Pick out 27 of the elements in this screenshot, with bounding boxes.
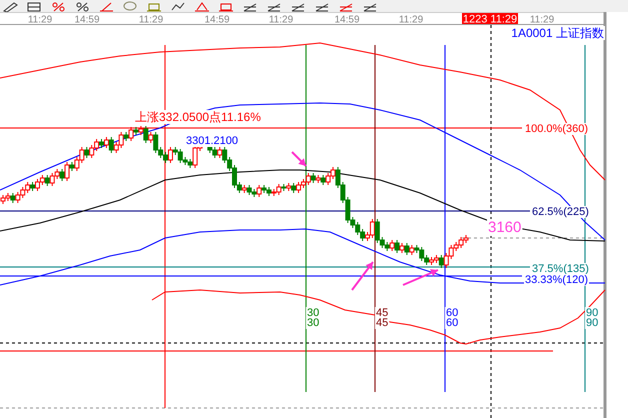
bar-tool-icon[interactable]	[218, 1, 236, 12]
time-marker-label: 90	[585, 317, 600, 329]
arrow	[291, 151, 307, 167]
symbol-label: 1A0001 上证指数	[510, 26, 605, 40]
time-label: 14:59	[204, 14, 230, 26]
time-label: 11:29	[138, 14, 164, 26]
time-label: 14:59	[334, 14, 360, 26]
arrow	[402, 269, 438, 286]
level-label: 62.5%(225)	[531, 206, 590, 218]
arrow	[351, 261, 374, 291]
time-label: 11:29	[530, 14, 554, 26]
level-label: 37.5%(135)	[531, 263, 590, 275]
time-label: 11:29	[398, 14, 424, 26]
time-marker-label: 60	[445, 317, 460, 329]
rise-label: 上涨332.0500点11.16%	[134, 110, 262, 124]
level-label: 100.0%(360)	[524, 123, 589, 135]
time-label: 11:29	[28, 14, 52, 26]
time-label: 11:29	[268, 14, 294, 26]
bar-tool-icon[interactable]	[146, 1, 164, 12]
time-marker-label: 30	[306, 317, 320, 329]
pencil-icon[interactable]	[2, 1, 20, 12]
time-label: 14:59	[74, 14, 100, 26]
time-marker-label: 45	[375, 317, 390, 329]
time-label: 1223 11:29	[462, 14, 518, 26]
high-price-label: 3301.2100	[185, 135, 239, 147]
level-label: 33.33%(120)	[524, 274, 589, 286]
target-price-label: 3160	[487, 219, 522, 236]
